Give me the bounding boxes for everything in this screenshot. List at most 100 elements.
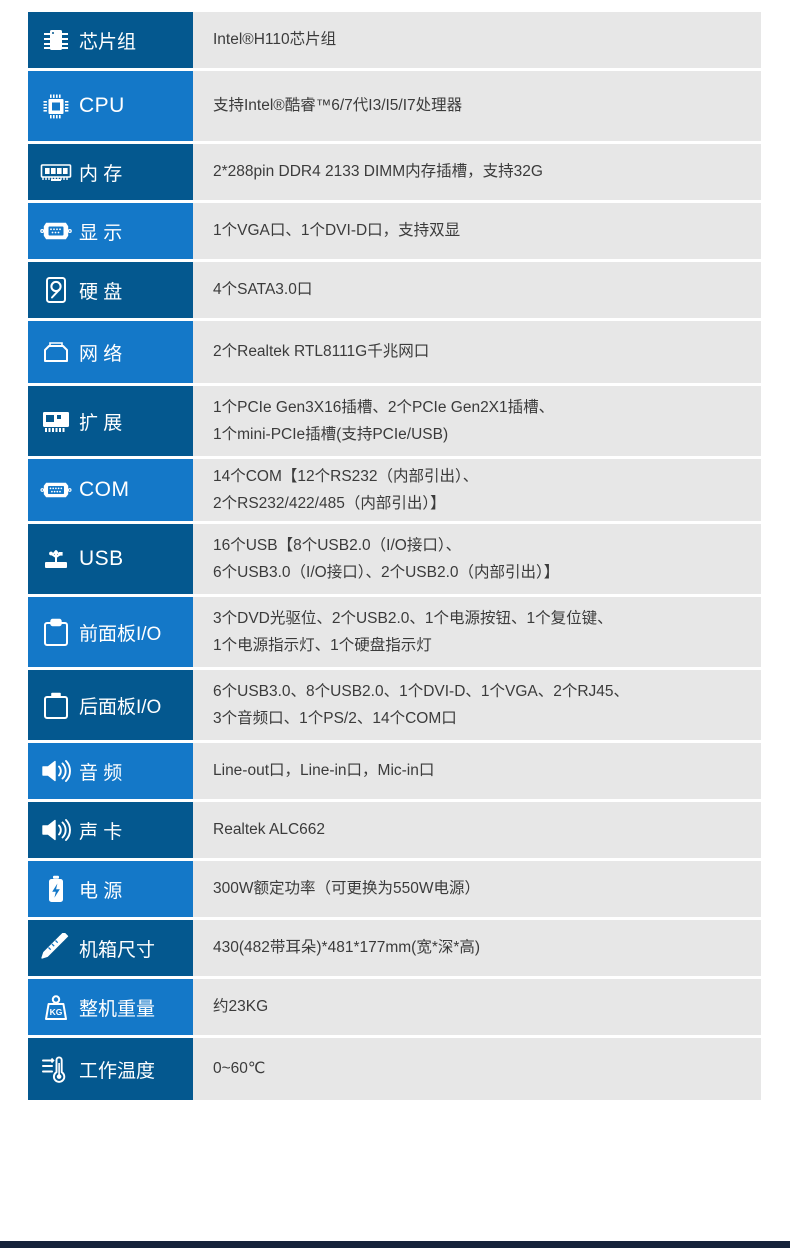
spec-value-line: 16个USB【8个USB2.0（I/O接口）、 xyxy=(213,536,462,554)
spec-value-line: 6个USB3.0、8个USB2.0、1个DVI-D、1个VGA、2个RJ45、 xyxy=(213,682,630,700)
audio-icon xyxy=(37,754,75,788)
spec-label-cell: KG 整机重量 xyxy=(28,979,193,1035)
spec-row: COM 14个COM【12个RS232（内部引出）、 2个RS232/422/485… xyxy=(28,459,761,521)
spec-value-cell: 6个USB3.0、8个USB2.0、1个DVI-D、1个VGA、2个RJ45、 3… xyxy=(193,670,761,740)
spec-label-text: 显 示 xyxy=(79,222,123,244)
spec-label-text: 音 频 xyxy=(79,762,123,784)
spec-value-line: 1个VGA口、1个DVI-D口，支持双显 xyxy=(213,222,461,240)
network-icon xyxy=(37,335,75,369)
spec-row: USB 16个USB【8个USB2.0（I/O接口）、 6个USB3.0（I/O接口… xyxy=(28,524,761,594)
spec-value-cell: 14个COM【12个RS232（内部引出）、 2个RS232/422/485（内部… xyxy=(193,459,761,521)
spec-value-cell: 0~60℃ xyxy=(193,1038,761,1100)
spec-value-cell: 16个USB【8个USB2.0（I/O接口）、 6个USB3.0（I/O接口）、2… xyxy=(193,524,761,594)
spec-value-line: 1个电源指示灯、1个硬盘指示灯 xyxy=(213,637,432,654)
spec-value-cell: 2个Realtek RTL8111G千兆网口 xyxy=(193,321,761,383)
spec-value-line: 2个RS232/422/485（内部引出）】 xyxy=(213,495,446,512)
spec-label-text: 后面板I/O xyxy=(79,696,162,718)
spec-row: 后面板I/O 6个USB3.0、8个USB2.0、1个DVI-D、1个VGA、2个… xyxy=(28,670,761,740)
spec-row: KG 整机重量 约23KG xyxy=(28,979,761,1035)
spec-label-cell: 硬 盘 xyxy=(28,262,193,318)
spec-row: 网 络 2个Realtek RTL8111G千兆网口 xyxy=(28,321,761,383)
spec-label-text: CPU xyxy=(79,94,125,117)
spec-label-text: 芯片组 xyxy=(79,31,137,53)
spec-value-line: 14个COM【12个RS232（内部引出）、 xyxy=(213,467,479,485)
spec-label-cell: 工作温度 xyxy=(28,1038,193,1100)
spec-row: 工作温度 0~60℃ xyxy=(28,1038,761,1100)
memory-icon xyxy=(37,155,75,189)
display-icon xyxy=(37,214,75,248)
spec-value-cell: 4个SATA3.0口 xyxy=(193,262,761,318)
cpu-icon xyxy=(37,89,75,123)
spec-value-cell: 1个VGA口、1个DVI-D口，支持双显 xyxy=(193,203,761,259)
spec-value-line: 300W额定功率（可更换为550W电源） xyxy=(213,880,480,898)
spec-value-line: Intel®H110芯片组 xyxy=(213,31,337,49)
spec-row: CPU 支持Intel®酷睿™6/7代I3/I5/I7处理器 xyxy=(28,71,761,141)
spec-value-cell: Intel®H110芯片组 xyxy=(193,12,761,68)
spec-value-cell: 支持Intel®酷睿™6/7代I3/I5/I7处理器 xyxy=(193,71,761,141)
spec-label-cell: CPU xyxy=(28,71,193,141)
spec-value-cell: Line-out口，Line-in口，Mic-in口 xyxy=(193,743,761,799)
spec-value-cell: 2*288pin DDR4 2133 DIMM内存插槽，支持32G xyxy=(193,144,761,200)
bottom-accent-bar xyxy=(0,1241,790,1248)
front-panel-icon xyxy=(37,615,75,649)
spec-row: 音 频 Line-out口，Line-in口，Mic-in口 xyxy=(28,743,761,799)
spec-row: 前面板I/O 3个DVD光驱位、2个USB2.0、1个电源按钮、1个复位键、 1个电… xyxy=(28,597,761,667)
rear-panel-icon xyxy=(37,688,75,722)
spec-row: 芯片组 Intel®H110芯片组 xyxy=(28,12,761,68)
spec-label-text: 网 络 xyxy=(79,343,123,365)
spec-label-cell: 后面板I/O xyxy=(28,670,193,740)
spec-label-text: 工作温度 xyxy=(79,1060,156,1082)
spec-label-cell: 前面板I/O xyxy=(28,597,193,667)
soundcard-icon xyxy=(37,813,75,847)
spec-value-line: 约23KG xyxy=(213,998,269,1016)
spec-row: 内 存 2*288pin DDR4 2133 DIMM内存插槽，支持32G xyxy=(28,144,761,200)
spec-value-line: 支持Intel®酷睿™6/7代I3/I5/I7处理器 xyxy=(213,97,463,115)
com-port-icon xyxy=(37,473,75,507)
harddisk-icon xyxy=(37,273,75,307)
spec-row: 显 示 1个VGA口、1个DVI-D口，支持双显 xyxy=(28,203,761,259)
weight-icon: KG xyxy=(37,990,75,1024)
spec-value-cell: 430(482带耳朵)*481*177mm(宽*深*高) xyxy=(193,920,761,976)
spec-label-text: 内 存 xyxy=(79,163,123,185)
power-icon xyxy=(37,872,75,906)
specification-table: 芯片组 Intel®H110芯片组 CPU 支持Intel®酷睿™6/7代I3/I5/… xyxy=(28,12,761,1103)
spec-value-cell: 1个PCIe Gen3X16插槽、2个PCIe Gen2X1插槽、 1个mini-… xyxy=(193,386,761,456)
spec-row: 扩 展 1个PCIe Gen3X16插槽、2个PCIe Gen2X1插槽、 1个mi… xyxy=(28,386,761,456)
spec-value-line: 4个SATA3.0口 xyxy=(213,281,313,299)
spec-value-line: 0~60℃ xyxy=(213,1060,266,1078)
spec-value-line: 2*288pin DDR4 2133 DIMM内存插槽，支持32G xyxy=(213,163,543,181)
chipset-icon xyxy=(37,23,75,57)
spec-value-cell: 3个DVD光驱位、2个USB2.0、1个电源按钮、1个复位键、 1个电源指示灯、1… xyxy=(193,597,761,667)
spec-value-cell: 300W额定功率（可更换为550W电源） xyxy=(193,861,761,917)
spec-row: 机箱尺寸 430(482带耳朵)*481*177mm(宽*深*高) xyxy=(28,920,761,976)
spec-label-text: USB xyxy=(79,547,124,570)
spec-label-cell: 音 频 xyxy=(28,743,193,799)
spec-value-line: 6个USB3.0（I/O接口）、2个USB2.0（内部引出）】 xyxy=(213,564,560,581)
spec-label-text: 硬 盘 xyxy=(79,281,123,303)
spec-label-text: 声 卡 xyxy=(79,821,123,843)
spec-value-line: 2个Realtek RTL8111G千兆网口 xyxy=(213,343,430,361)
spec-label-cell: 机箱尺寸 xyxy=(28,920,193,976)
spec-label-cell: 网 络 xyxy=(28,321,193,383)
spec-row: 硬 盘 4个SATA3.0口 xyxy=(28,262,761,318)
spec-label-cell: COM xyxy=(28,459,193,521)
svg-text:KG: KG xyxy=(50,1007,63,1017)
spec-label-cell: 显 示 xyxy=(28,203,193,259)
spec-label-cell: 声 卡 xyxy=(28,802,193,858)
temperature-icon xyxy=(37,1052,75,1086)
spec-label-cell: USB xyxy=(28,524,193,594)
spec-value-cell: Realtek ALC662 xyxy=(193,802,761,858)
spec-label-text: 前面板I/O xyxy=(79,623,162,645)
spec-label-cell: 电 源 xyxy=(28,861,193,917)
spec-row: 声 卡 Realtek ALC662 xyxy=(28,802,761,858)
spec-value-cell: 约23KG xyxy=(193,979,761,1035)
spec-label-cell: 内 存 xyxy=(28,144,193,200)
dimension-icon xyxy=(37,931,75,965)
spec-value-line: 3个音频口、1个PS/2、14个COM口 xyxy=(213,710,457,727)
spec-label-text: 整机重量 xyxy=(79,998,156,1020)
spec-label-cell: 芯片组 xyxy=(28,12,193,68)
spec-row: 电 源 300W额定功率（可更换为550W电源） xyxy=(28,861,761,917)
spec-label-text: COM xyxy=(79,478,130,501)
spec-value-line: Line-out口，Line-in口，Mic-in口 xyxy=(213,762,435,780)
usb-icon xyxy=(37,542,75,576)
